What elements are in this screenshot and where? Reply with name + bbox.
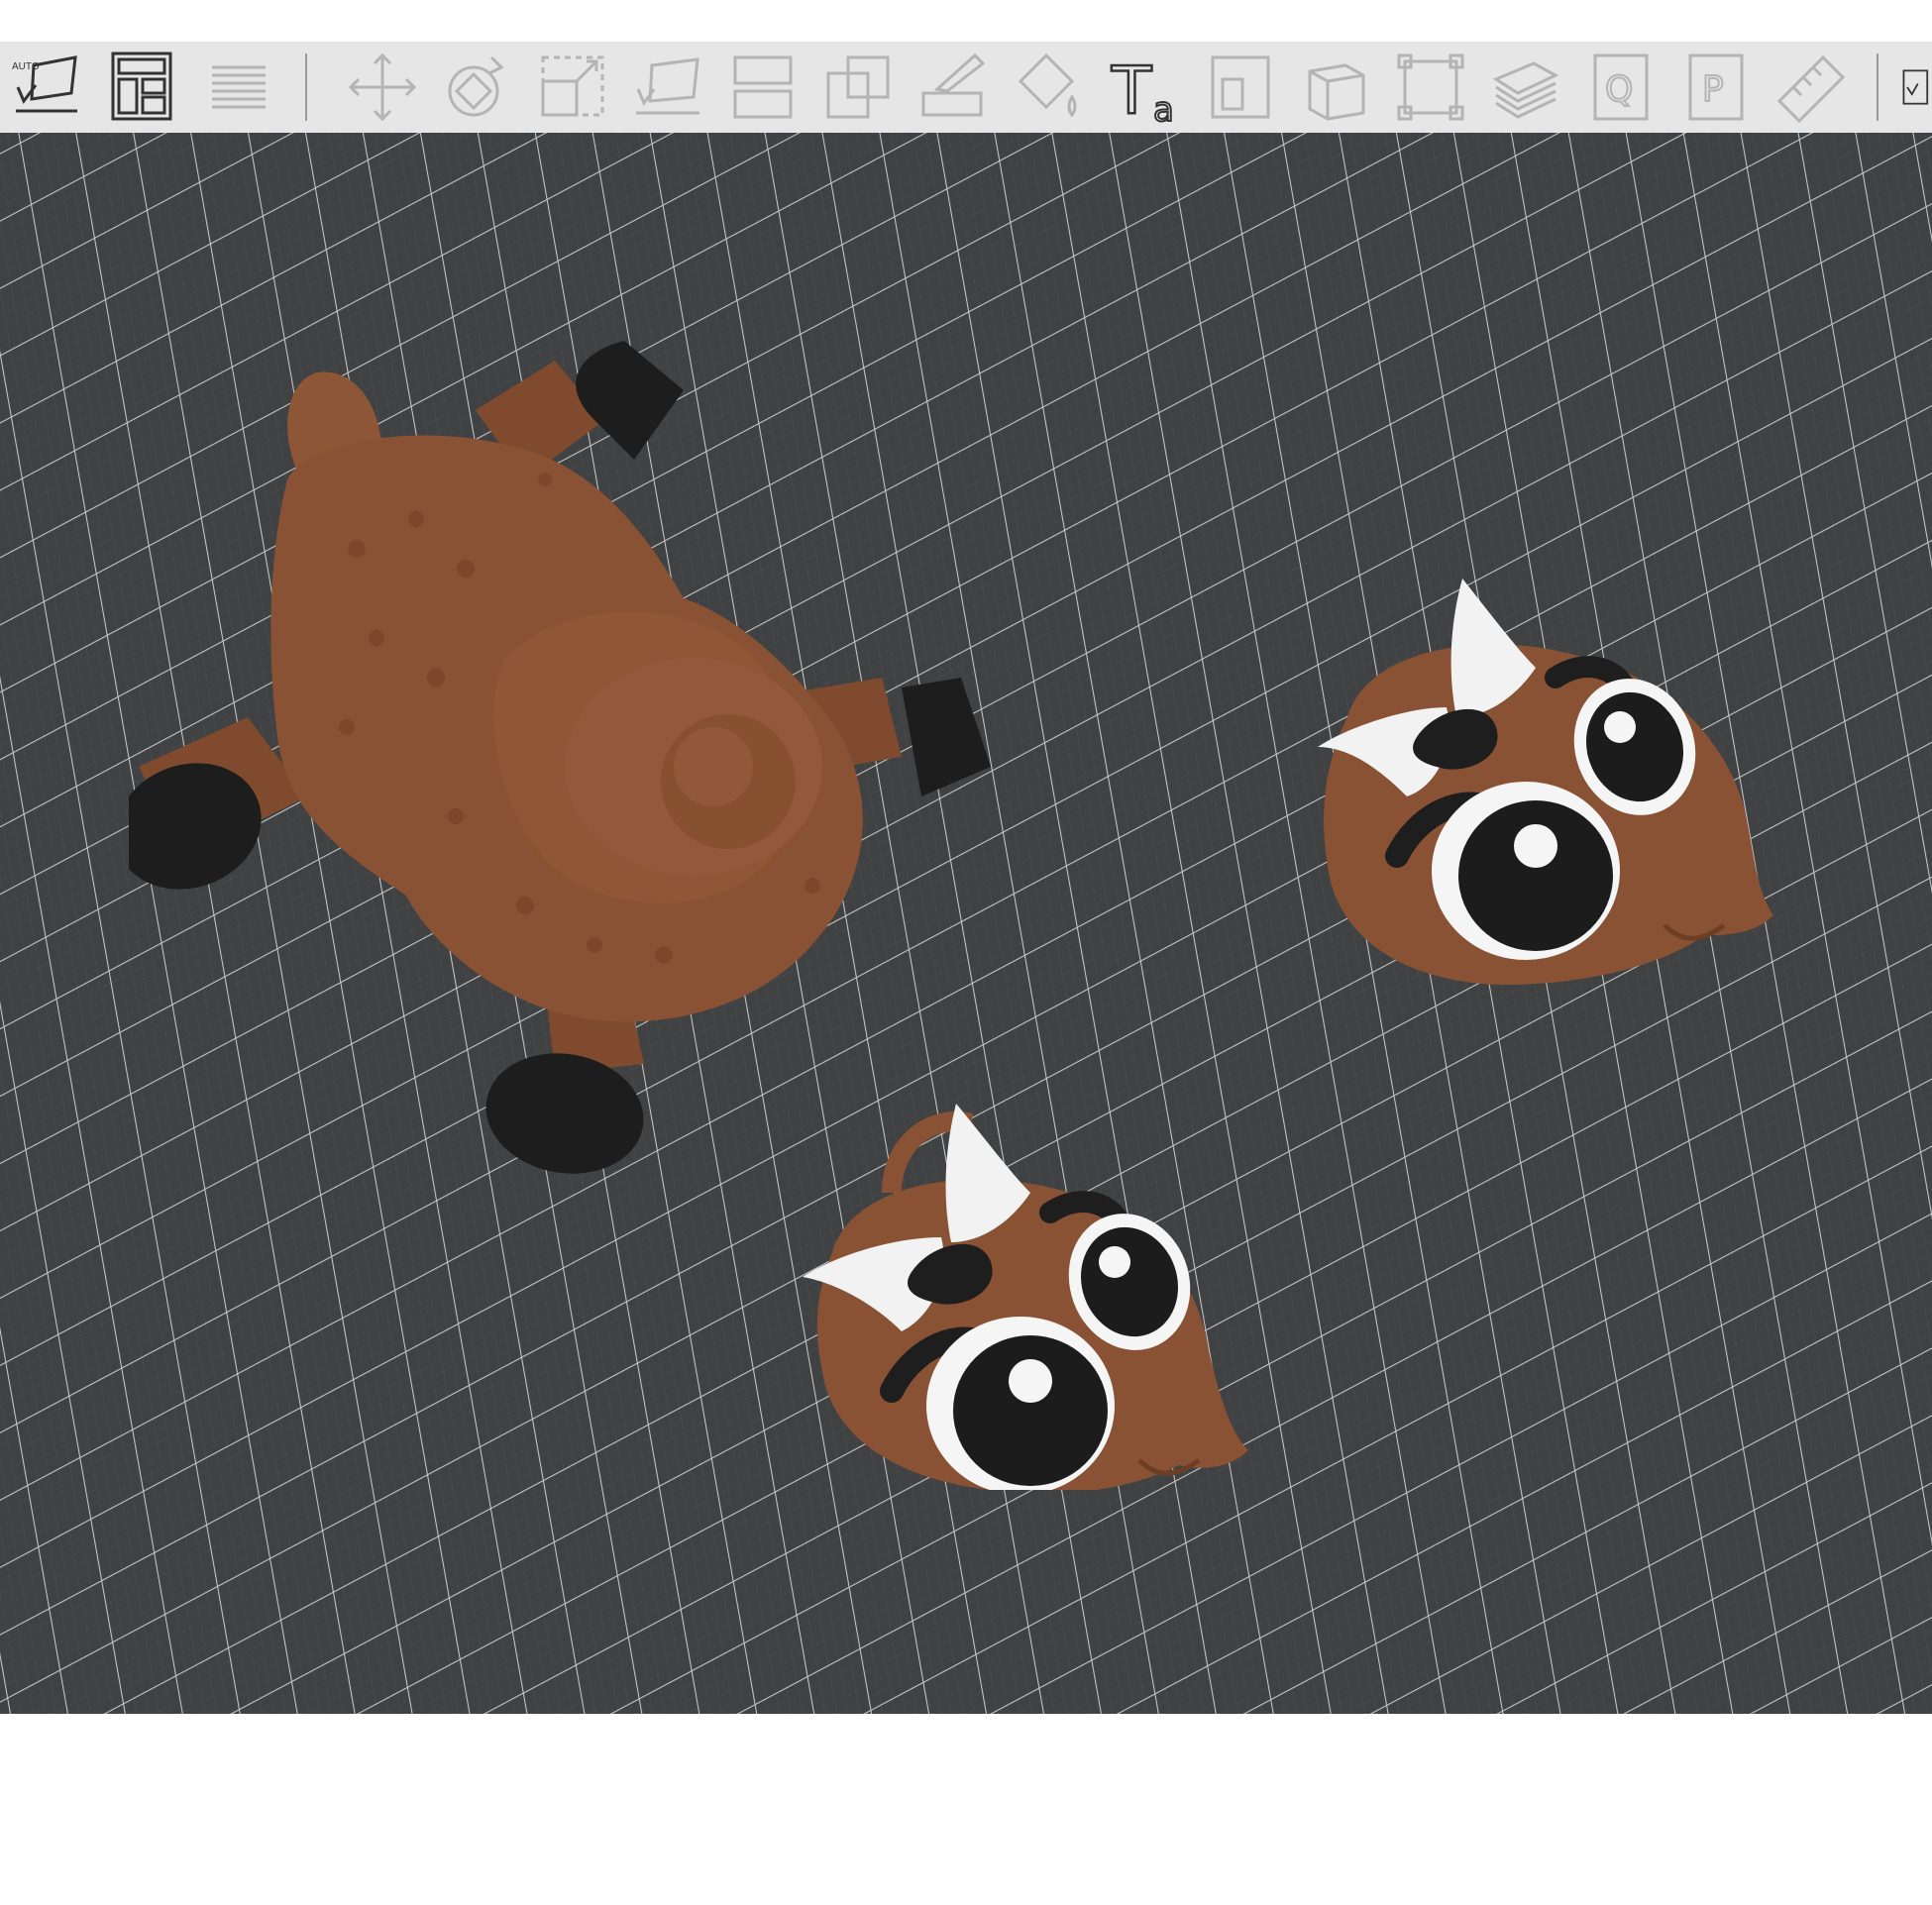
ruler-button[interactable]: [1766, 42, 1857, 133]
layers-icon: [212, 65, 266, 109]
svg-text:Q: Q: [1605, 69, 1633, 110]
ruler-icon: [1776, 54, 1846, 124]
emboss-button[interactable]: [1195, 42, 1286, 133]
svg-text:P: P: [1702, 69, 1724, 110]
rotate-icon: [448, 55, 504, 117]
split-icon: [733, 55, 793, 119]
assembly-button[interactable]: [1290, 42, 1381, 133]
rotate-button[interactable]: [432, 42, 523, 133]
goat-head-model-2[interactable]: [773, 1014, 1288, 1490]
top-margin: [0, 0, 1932, 42]
cut-button[interactable]: [812, 42, 904, 133]
measure-box-button[interactable]: [1385, 42, 1476, 133]
scale-icon: [541, 55, 604, 117]
support-paint-icon: [921, 53, 986, 117]
top-toolbar: AUTO T a Q P: [0, 42, 1932, 134]
move-icon: [348, 53, 417, 122]
p-button[interactable]: P: [1670, 42, 1762, 133]
svg-text:T: T: [1111, 53, 1152, 129]
emboss-icon: [1211, 55, 1270, 119]
p-icon: P: [1688, 53, 1744, 121]
lay-on-face-button[interactable]: [622, 42, 713, 133]
toolbar-separator: [1877, 53, 1878, 121]
fill-icon: [1492, 61, 1559, 119]
scale-button[interactable]: [527, 42, 618, 133]
q-icon: Q: [1593, 53, 1649, 121]
split-button[interactable]: [717, 42, 808, 133]
svg-text:a: a: [1153, 90, 1174, 129]
goat-head-model-1[interactable]: [1288, 549, 1803, 1005]
overflow-tool-button[interactable]: [1882, 42, 1932, 133]
assembly-icon: [1308, 63, 1365, 121]
lay-on-face-icon: [636, 57, 699, 115]
svg-text:AUTO: AUTO: [12, 61, 40, 72]
3d-viewport[interactable]: [0, 133, 1932, 1714]
fill-button[interactable]: [1480, 42, 1571, 133]
color-paint-button[interactable]: [1003, 42, 1094, 133]
measure-box-icon: [1397, 53, 1464, 121]
auto-orient-icon: AUTO: [12, 55, 77, 113]
partial-tool-icon: [1902, 69, 1929, 105]
toolbar-separator: [305, 53, 307, 121]
text-icon: T a: [1110, 52, 1175, 129]
cut-icon: [826, 55, 890, 119]
auto-orient-button[interactable]: AUTO: [2, 42, 93, 133]
arrange-button[interactable]: [95, 42, 186, 133]
color-paint-icon: [1018, 53, 1077, 118]
support-paint-button[interactable]: [908, 42, 999, 133]
q-button[interactable]: Q: [1575, 42, 1666, 133]
text-tool-button[interactable]: T a: [1100, 42, 1191, 133]
move-button[interactable]: [337, 42, 428, 133]
arrange-icon: [111, 52, 172, 121]
layers-button[interactable]: [192, 42, 283, 133]
bottom-margin: [0, 1714, 1932, 1905]
